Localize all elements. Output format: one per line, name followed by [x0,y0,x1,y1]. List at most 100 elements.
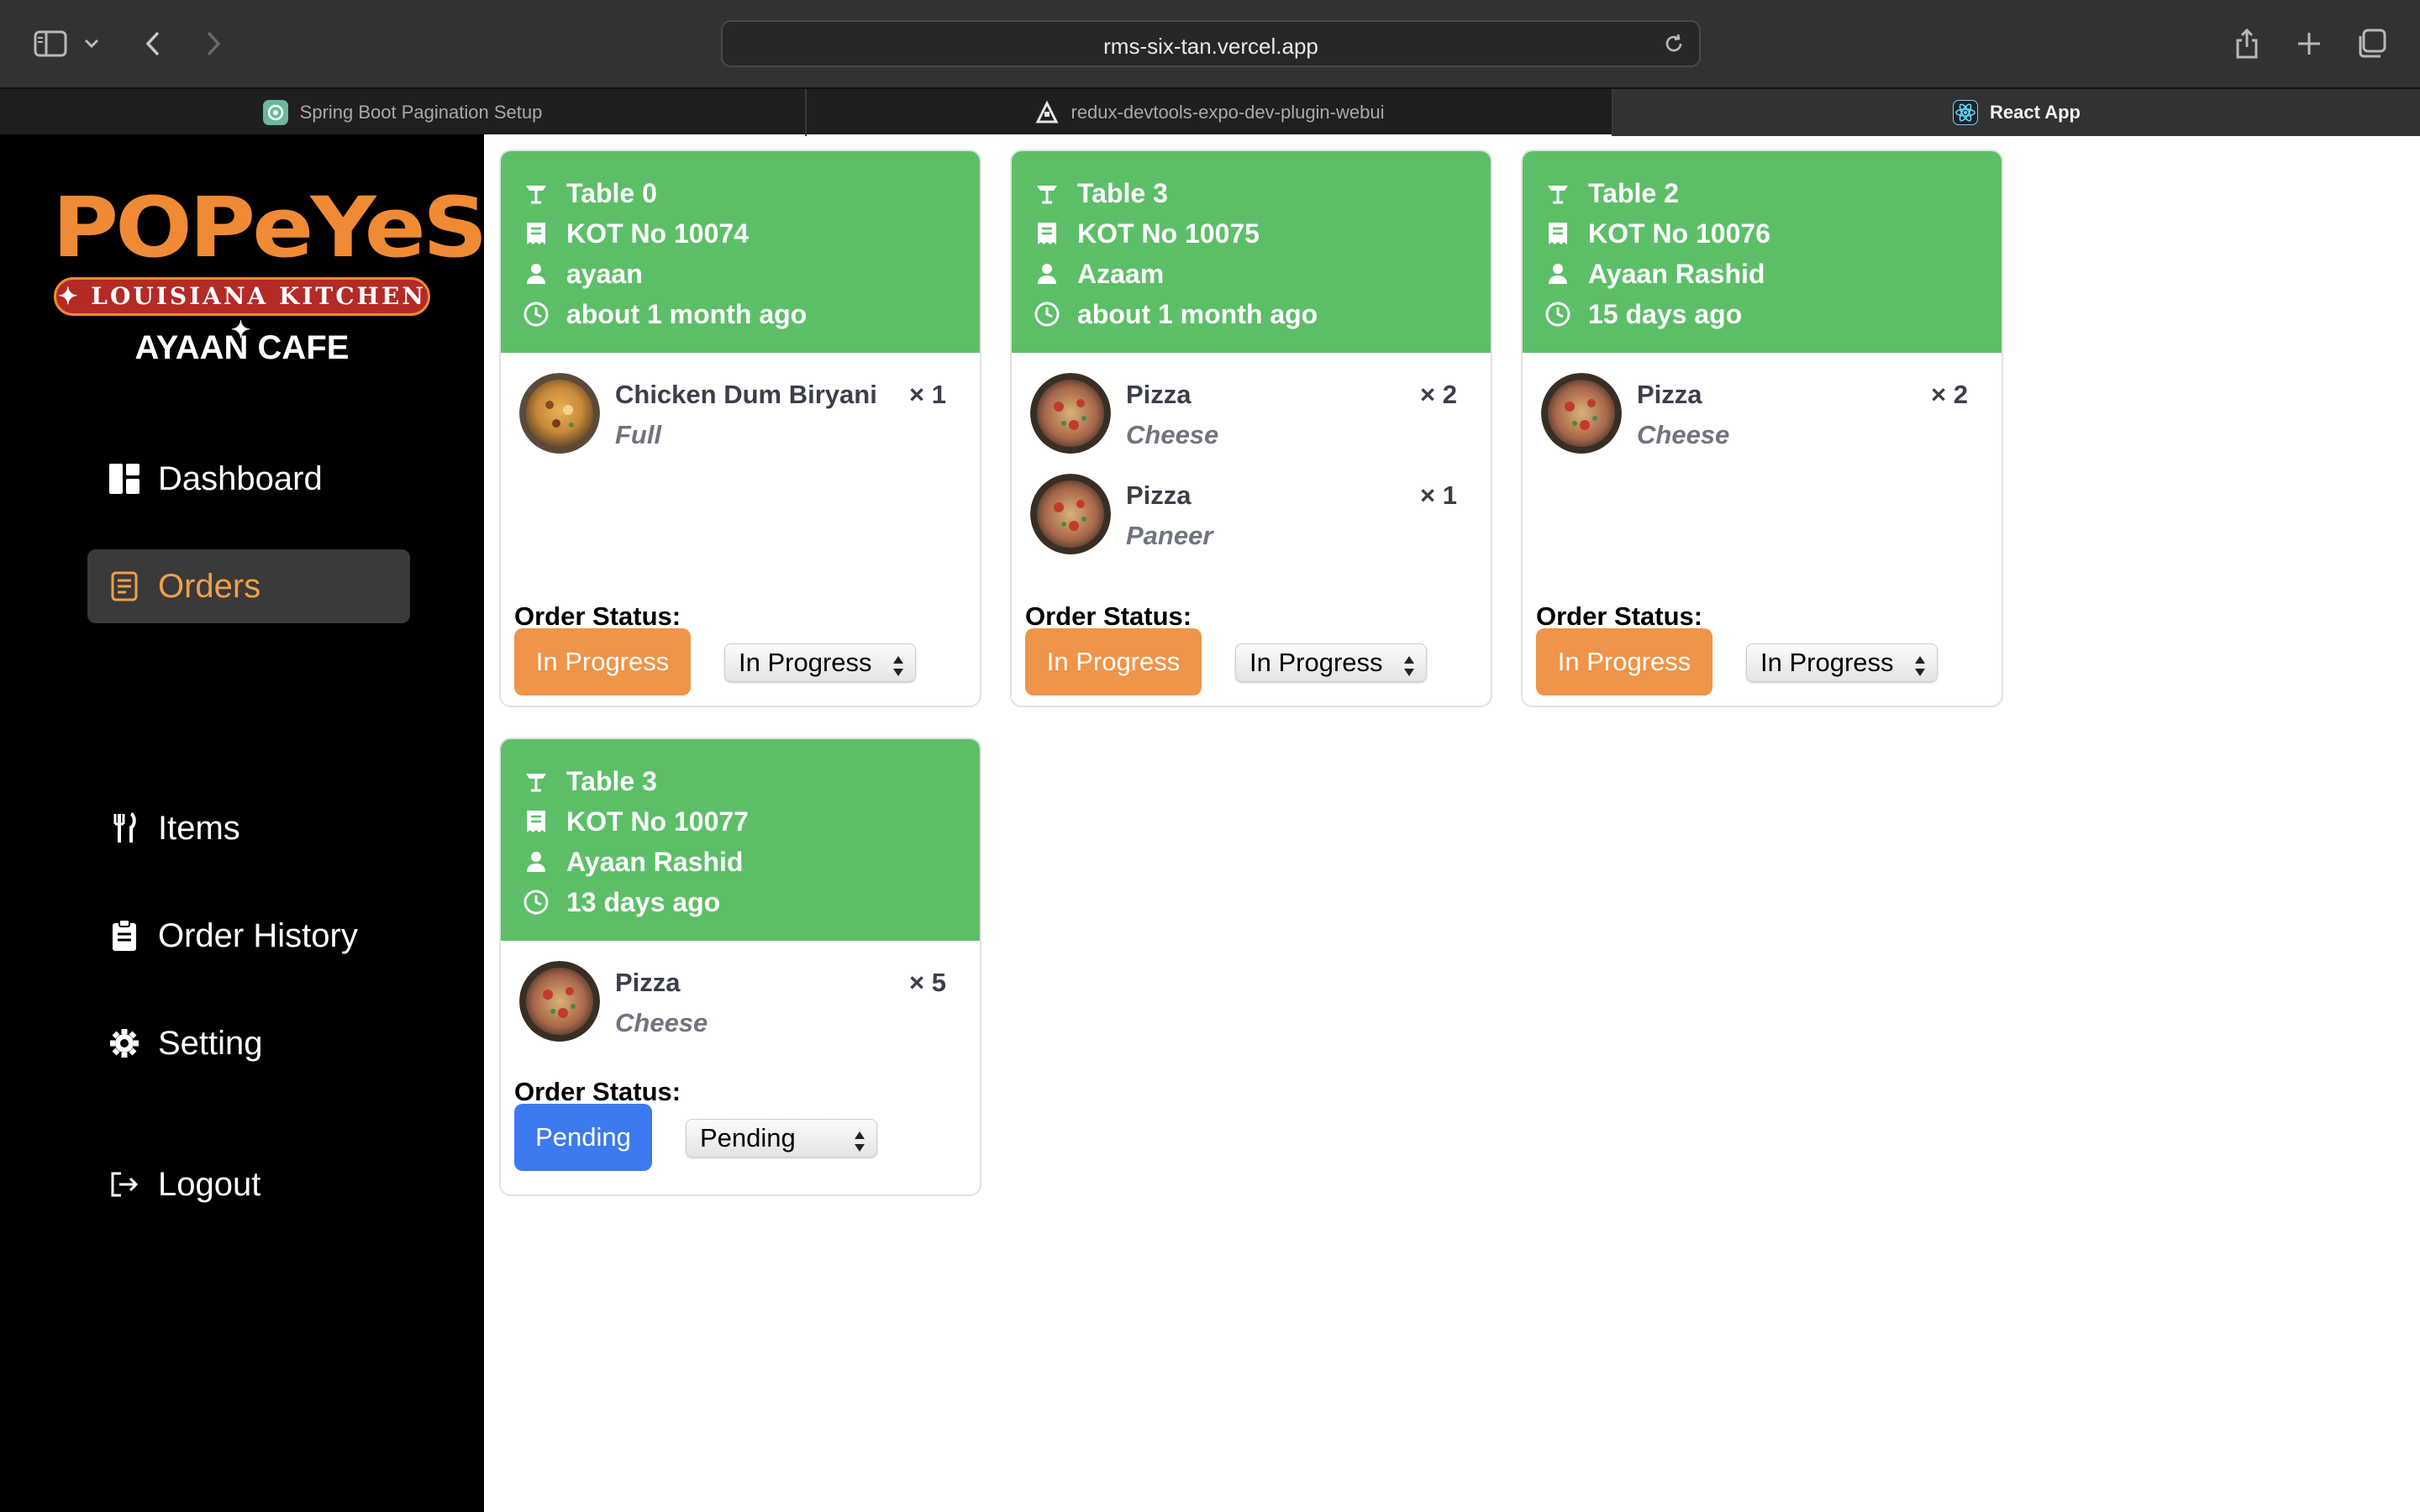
item-variant: Cheese [615,1008,708,1037]
order-time: 13 days ago [566,886,721,917]
nav-item-items[interactable]: Items [87,791,410,865]
customer-row: Azaam [1032,254,1470,294]
gear-icon [106,1025,143,1062]
table-name: Table 3 [566,765,657,796]
order-card-header: Table 0 KOT No 10074 ayaan about 1 month… [501,151,980,353]
table-icon [1543,178,1573,208]
table-icon [521,766,551,796]
pizza-thumbnail [1030,373,1111,454]
chevron-down-icon[interactable] [79,25,104,62]
reload-icon[interactable] [1662,32,1686,60]
expo-icon [1034,100,1060,125]
nav-item-dashboard[interactable]: Dashboard [87,442,410,516]
status-select-value: In Progress [1249,648,1383,677]
time-row: 13 days ago [521,882,960,922]
item-quantity: × 2 [1420,380,1457,409]
status-badge[interactable]: In Progress [514,628,691,696]
order-time: about 1 month ago [1077,298,1318,329]
nav-label: Dashboard [158,459,323,497]
time-row: 15 days ago [1543,294,1981,334]
receipt-icon [1543,218,1573,249]
order-card: Table 3 KOT No 10075 Azaam about 1 month… [1010,150,1492,707]
status-select-value: Pending [700,1123,796,1152]
nav-item-order-history[interactable]: Order History [87,899,410,973]
status-badge[interactable]: In Progress [1536,628,1712,696]
share-icon[interactable] [2228,25,2265,62]
order-item: Pizza Cheese × 2 [1541,373,1968,454]
item-variant: Paneer [1126,521,1213,550]
tab-redux-devtools[interactable]: redux-devtools-expo-dev-plugin-webui [807,89,1613,136]
popeyes-logo: POPeYeS ✦ LOUISIANA KITCHEN ✦ [52,180,488,344]
customer-row: Ayaan Rashid [1543,254,1981,294]
sidebar-toggle-icon[interactable] [32,25,69,62]
tab-label: Spring Boot Pagination Setup [299,102,543,123]
order-card-header: Table 2 KOT No 10076 Ayaan Rashid 15 day… [1523,151,2002,353]
new-tab-icon[interactable] [2291,25,2328,62]
nav-item-logout[interactable]: Logout [87,1147,410,1221]
order-time: about 1 month ago [566,298,808,329]
customer-row: ayaan [521,254,960,294]
tab-react-app[interactable]: React App [1613,89,2420,136]
logout-icon [106,1166,143,1203]
order-card-header: Table 3 KOT No 10077 Ayaan Rashid 13 day… [501,739,980,941]
nav-label: Orders [158,567,261,605]
customer-name: Azaam [1077,258,1165,289]
order-status-label: Order Status: [1536,601,1703,631]
status-badge[interactable]: In Progress [1025,628,1202,696]
item-quantity: × 5 [909,968,946,997]
order-status-label: Order Status: [1025,601,1192,631]
status-select[interactable]: Pending [686,1119,877,1158]
order-status-label: Order Status: [514,1077,681,1106]
order-item: Pizza Paneer × 1 [1030,474,1457,554]
forward-icon[interactable] [195,25,232,62]
clock-icon [521,887,551,917]
kot-number: KOT No 10077 [566,806,749,837]
select-arrows-icon [892,651,905,688]
customer-row: Ayaan Rashid [521,842,960,882]
address-bar[interactable]: rms-six-tan.vercel.app [721,20,1701,67]
status-select-value: In Progress [739,648,872,677]
biryani-thumbnail [519,373,600,454]
order-status-label: Order Status: [514,601,681,631]
clock-icon [1032,299,1062,329]
table-name: Table 2 [1588,177,1679,208]
table-row: Table 3 [521,761,960,801]
customer-name: ayaan [566,258,643,289]
receipt-icon [521,806,551,837]
utensils-icon [106,810,143,847]
order-card-body: Pizza Cheese × 5 Order Status: Pending P… [501,941,980,1194]
browser-toolbar: rms-six-tan.vercel.app [0,0,2420,87]
status-select-value: In Progress [1760,648,1894,677]
table-row: Table 2 [1543,173,1981,213]
order-item: Chicken Dum Biryani Full × 1 [519,373,946,454]
kot-row: KOT No 10077 [521,801,960,842]
tab-overview-icon[interactable] [2353,25,2390,62]
time-row: about 1 month ago [521,294,960,334]
table-row: Table 0 [521,173,960,213]
nav-item-setting[interactable]: Setting [87,1006,410,1080]
item-name: Pizza [1126,480,1192,510]
tab-spring-boot[interactable]: Spring Boot Pagination Setup [0,89,807,136]
chatgpt-icon [262,100,288,125]
kot-row: KOT No 10074 [521,213,960,254]
status-select[interactable]: In Progress [1235,643,1427,682]
clock-icon [521,299,551,329]
nav-label: Logout [158,1165,261,1203]
orders-icon [106,568,143,605]
item-name: Pizza [1637,380,1702,409]
order-card-header: Table 3 KOT No 10075 Azaam about 1 month… [1012,151,1491,353]
item-quantity: × 1 [1420,480,1457,510]
status-badge[interactable]: Pending [514,1104,652,1171]
status-select[interactable]: In Progress [724,643,916,682]
tab-label: redux-devtools-expo-dev-plugin-webui [1071,102,1385,123]
user-icon [521,259,551,289]
select-arrows-icon [853,1126,866,1163]
logo-wordmark: POPeYeS [52,180,488,277]
order-card: Table 3 KOT No 10077 Ayaan Rashid 13 day… [499,738,981,1196]
item-quantity: × 1 [909,380,946,409]
back-icon[interactable] [134,25,171,62]
kot-number: KOT No 10074 [566,218,749,249]
kot-row: KOT No 10075 [1032,213,1470,254]
nav-item-orders[interactable]: Orders [87,549,410,623]
status-select[interactable]: In Progress [1746,643,1938,682]
